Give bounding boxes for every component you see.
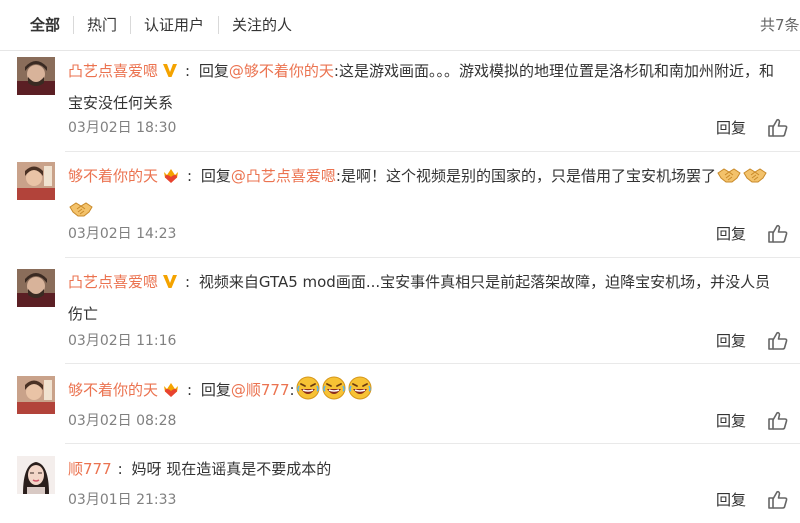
comment-text: 够不着你的天: 回复@顺777: xyxy=(68,376,783,410)
avatar[interactable] xyxy=(17,376,55,414)
comment-text: 凸艺点喜爱嗯: 回复@够不着你的天:这是游戏画面。。。游戏模拟的地理位置是洛杉矶… xyxy=(68,60,774,112)
tab-verified-users[interactable]: 认证用户 xyxy=(144,14,204,36)
reply-button[interactable]: 回复 xyxy=(716,490,746,510)
reply-button[interactable]: 回复 xyxy=(716,331,746,351)
avatar[interactable] xyxy=(17,162,55,200)
tab-divider xyxy=(130,16,131,34)
reply-prefix: 回复 xyxy=(200,167,231,185)
laughing-face-emoji xyxy=(348,376,372,410)
tab-all[interactable]: 全部 xyxy=(30,14,60,36)
tab-divider xyxy=(73,16,74,34)
reply-button[interactable]: 回复 xyxy=(716,411,746,431)
avatar[interactable] xyxy=(17,269,55,307)
comment-item: 凸艺点喜爱嗯: 回复@够不着你的天:这是游戏画面。。。游戏模拟的地理位置是洛杉矶… xyxy=(0,50,800,152)
comment-item: 凸艺点喜爱嗯: 视频来自GTA5 mod画面...宝安事件真相只是前起落架故障，… xyxy=(0,258,800,364)
comment-timestamp: 03月02日 11:16 xyxy=(68,333,177,349)
handshake-emoji xyxy=(743,164,767,196)
comment-timestamp: 03月02日 08:28 xyxy=(68,413,177,429)
laughing-face-emoji xyxy=(322,376,346,410)
laughing-face-emoji xyxy=(296,376,320,410)
comment-item: 够不着你的天: 回复@顺777: 03月02日 08:28 回复 xyxy=(0,364,800,444)
tab-hot[interactable]: 热门 xyxy=(87,14,117,36)
comment-body: 妈呀 现在造谣真是不要成本的 xyxy=(131,460,332,478)
username-link[interactable]: 够不着你的天 xyxy=(68,167,158,185)
comment-item: 够不着你的天: 回复@凸艺点喜爱嗯:是啊！这个视频是别的国家的，只是借用了宝安机… xyxy=(0,152,800,258)
comment-body: :是啊！这个视频是别的国家的，只是借用了宝安机场罢了 xyxy=(335,167,716,185)
comment-item: 顺777: 妈呀 现在造谣真是不要成本的 03月01日 21:33 回复 xyxy=(0,444,800,523)
comment-text: 顺777: 妈呀 现在造谣真是不要成本的 xyxy=(68,460,332,478)
reply-button[interactable]: 回复 xyxy=(716,224,746,244)
mention-link[interactable]: @够不着你的天 xyxy=(229,62,334,80)
comment-timestamp: 03月02日 18:30 xyxy=(68,120,177,136)
username-link[interactable]: 够不着你的天 xyxy=(68,381,158,399)
filter-tabs: 全部 热门 认证用户 关注的人 共7条 xyxy=(0,0,800,51)
thumbs-up-icon[interactable] xyxy=(767,223,789,245)
username-link[interactable]: 凸艺点喜爱嗯 xyxy=(68,62,158,80)
tab-following[interactable]: 关注的人 xyxy=(232,14,292,36)
tab-divider xyxy=(218,16,219,34)
thumbs-up-icon[interactable] xyxy=(767,410,789,432)
username-link[interactable]: 顺777 xyxy=(68,460,112,478)
comment-text: 凸艺点喜爱嗯: 视频来自GTA5 mod画面...宝安事件真相只是前起落架故障，… xyxy=(68,271,771,323)
username-link[interactable]: 凸艺点喜爱嗯 xyxy=(68,273,158,291)
mention-link[interactable]: @凸艺点喜爱嗯 xyxy=(231,167,336,185)
comment-timestamp: 03月02日 14:23 xyxy=(68,226,177,242)
verified-v-icon xyxy=(161,60,179,89)
avatar[interactable] xyxy=(17,57,55,95)
reply-prefix: 回复 xyxy=(200,381,231,399)
crown-heart-icon xyxy=(161,379,181,408)
avatar[interactable] xyxy=(17,456,55,494)
thumbs-up-icon[interactable] xyxy=(767,330,789,352)
handshake-emoji xyxy=(717,164,741,196)
comment-timestamp: 03月01日 21:33 xyxy=(68,492,177,508)
thumbs-up-icon[interactable] xyxy=(767,117,789,139)
verified-v-icon xyxy=(161,271,179,300)
reply-button[interactable]: 回复 xyxy=(716,118,746,138)
comment-panel: 全部 热门 认证用户 关注的人 共7条 凸艺点喜爱嗯: 回复@够不着你的天:这是… xyxy=(0,0,800,523)
mention-link[interactable]: @顺777 xyxy=(231,381,290,399)
thumbs-up-icon[interactable] xyxy=(767,489,789,511)
comment-text: 够不着你的天: 回复@凸艺点喜爱嗯:是啊！这个视频是别的国家的，只是借用了宝安机… xyxy=(68,162,783,230)
comment-body: : xyxy=(289,381,295,399)
comment-total-count: 共7条 xyxy=(760,16,800,34)
reply-prefix: 回复 xyxy=(198,62,229,80)
crown-heart-icon xyxy=(161,165,181,194)
